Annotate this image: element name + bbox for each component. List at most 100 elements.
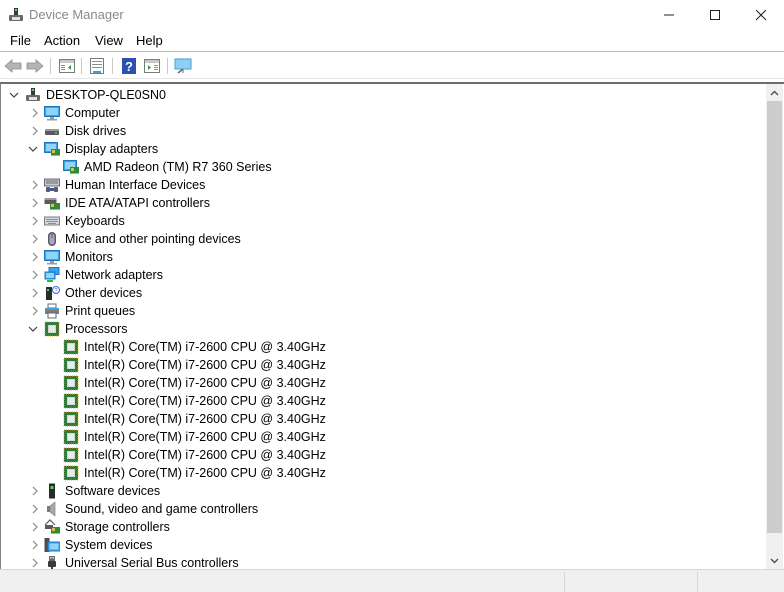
tree-category-print-queues[interactable]: Print queues	[1, 302, 766, 320]
tree-category-keyboards[interactable]: Keyboards	[1, 212, 766, 230]
tree-category-monitors[interactable]: Monitors	[1, 248, 766, 266]
tree-node-label: Universal Serial Bus controllers	[65, 556, 239, 569]
tree-category-human-interface-devices[interactable]: Human Interface Devices	[1, 176, 766, 194]
collapse-toggle[interactable]	[28, 144, 38, 154]
minimize-button[interactable]	[646, 0, 692, 30]
properties-button[interactable]	[87, 56, 107, 76]
show-action-pane-button[interactable]	[142, 56, 162, 76]
tree-node-label: Intel(R) Core(TM) i7-2600 CPU @ 3.40GHz	[84, 394, 326, 408]
expand-toggle[interactable]	[30, 108, 40, 118]
chevron-right-icon	[32, 180, 38, 190]
expand-toggle[interactable]	[30, 198, 40, 208]
vertical-scrollbar[interactable]	[766, 84, 783, 569]
system-devices-icon	[44, 537, 61, 553]
menu-view[interactable]: View	[95, 33, 123, 48]
expand-toggle[interactable]	[30, 504, 40, 514]
expand-toggle[interactable]	[30, 306, 40, 316]
expand-toggle[interactable]	[30, 216, 40, 226]
back-arrow-icon	[4, 59, 22, 73]
tree-device-node[interactable]: AMD Radeon (TM) R7 360 Series	[1, 158, 766, 176]
chevron-right-icon	[32, 558, 38, 568]
status-bar	[0, 569, 784, 592]
scroll-down-button[interactable]	[766, 552, 783, 569]
status-separator	[564, 572, 565, 592]
tree-category-sound-video-and-game-controllers[interactable]: Sound, video and game controllers	[1, 500, 766, 518]
show-hide-console-tree-button[interactable]	[57, 56, 77, 76]
tree-device-node[interactable]: Intel(R) Core(TM) i7-2600 CPU @ 3.40GHz	[1, 392, 766, 410]
software-device-icon	[44, 483, 60, 499]
help-button[interactable]: ?	[119, 56, 139, 76]
expand-toggle[interactable]	[30, 288, 40, 298]
monitor-icon	[44, 249, 60, 265]
expand-toggle[interactable]	[30, 558, 40, 568]
tree-category-display-adapters[interactable]: Display adapters	[1, 140, 766, 158]
tree-node-label: Intel(R) Core(TM) i7-2600 CPU @ 3.40GHz	[84, 358, 326, 372]
tree-root-node[interactable]: DESKTOP-QLE0SN0	[1, 86, 766, 104]
toolbar: ?	[0, 53, 784, 79]
chevron-right-icon	[32, 540, 38, 550]
chevron-right-icon	[32, 270, 38, 280]
forward-button[interactable]	[25, 56, 45, 76]
menu-help[interactable]: Help	[136, 33, 163, 48]
menu-action[interactable]: Action	[44, 33, 80, 48]
tree-category-mice-and-other-pointing-devices[interactable]: Mice and other pointing devices	[1, 230, 766, 248]
disk-drive-icon	[44, 123, 60, 139]
tree-node-label: Display adapters	[65, 142, 159, 156]
keyboard-icon	[44, 213, 60, 229]
chevron-right-icon	[32, 198, 38, 208]
chevron-right-icon	[32, 486, 38, 496]
expand-toggle[interactable]	[30, 234, 40, 244]
display-adapter-icon	[44, 141, 60, 157]
tree-category-storage-controllers[interactable]: Storage controllers	[1, 518, 766, 536]
tree-device-node[interactable]: Intel(R) Core(TM) i7-2600 CPU @ 3.40GHz	[1, 338, 766, 356]
tree-device-node[interactable]: Intel(R) Core(TM) i7-2600 CPU @ 3.40GHz	[1, 356, 766, 374]
tree-category-network-adapters[interactable]: Network adapters	[1, 266, 766, 284]
tree-category-other-devices[interactable]: ? Other devices	[1, 284, 766, 302]
tree-node-label: Computer	[65, 106, 120, 120]
tree-node-label: Storage controllers	[65, 520, 170, 534]
collapse-toggle[interactable]	[28, 324, 38, 334]
tree-device-node[interactable]: Intel(R) Core(TM) i7-2600 CPU @ 3.40GHz	[1, 446, 766, 464]
properties-icon	[90, 58, 104, 74]
maximize-button[interactable]	[692, 0, 738, 30]
scroll-up-button[interactable]	[766, 84, 783, 101]
expand-toggle[interactable]	[30, 540, 40, 550]
tree-category-computer[interactable]: Computer	[1, 104, 766, 122]
chevron-up-icon	[770, 89, 779, 96]
tree-node-label: Intel(R) Core(TM) i7-2600 CPU @ 3.40GHz	[84, 376, 326, 390]
tree-node-label: Other devices	[65, 286, 143, 300]
tree-device-node[interactable]: Intel(R) Core(TM) i7-2600 CPU @ 3.40GHz	[1, 464, 766, 482]
back-button[interactable]	[3, 56, 23, 76]
expand-toggle[interactable]	[30, 270, 40, 280]
tree-category-universal-serial-bus-controllers[interactable]: Universal Serial Bus controllers	[1, 554, 766, 569]
title-bar: Device Manager	[0, 0, 784, 30]
tree-category-software-devices[interactable]: Software devices	[1, 482, 766, 500]
storage-controller-icon	[44, 519, 60, 535]
tree-node-label: Intel(R) Core(TM) i7-2600 CPU @ 3.40GHz	[84, 430, 326, 444]
chevron-right-icon	[32, 288, 38, 298]
tree-node-label: IDE ATA/ATAPI controllers	[65, 196, 210, 210]
tree-category-processors[interactable]: Processors	[1, 320, 766, 338]
tree-device-node[interactable]: Intel(R) Core(TM) i7-2600 CPU @ 3.40GHz	[1, 428, 766, 446]
menu-file[interactable]: File	[10, 33, 31, 48]
chevron-right-icon	[32, 504, 38, 514]
tree-category-disk-drives[interactable]: Disk drives	[1, 122, 766, 140]
expand-toggle[interactable]	[30, 180, 40, 190]
expand-toggle[interactable]	[30, 126, 40, 136]
expand-toggle[interactable]	[30, 486, 40, 496]
expand-toggle[interactable]	[30, 522, 40, 532]
forward-arrow-icon	[26, 59, 44, 73]
scan-hardware-changes-button[interactable]	[173, 56, 193, 76]
chevron-down-icon	[770, 557, 779, 564]
processor-icon	[63, 339, 79, 355]
scroll-thumb[interactable]	[767, 101, 782, 533]
tree-device-node[interactable]: Intel(R) Core(TM) i7-2600 CPU @ 3.40GHz	[1, 410, 766, 428]
tree-category-ide-ata-atapi-controllers[interactable]: IDE ATA/ATAPI controllers	[1, 194, 766, 212]
tree-category-system-devices[interactable]: System devices	[1, 536, 766, 554]
tree-device-node[interactable]: Intel(R) Core(TM) i7-2600 CPU @ 3.40GHz	[1, 374, 766, 392]
collapse-toggle[interactable]	[9, 90, 19, 100]
expand-toggle[interactable]	[30, 252, 40, 262]
processor-icon	[63, 393, 79, 409]
toolbar-separator	[50, 58, 51, 74]
close-button[interactable]	[738, 0, 784, 30]
